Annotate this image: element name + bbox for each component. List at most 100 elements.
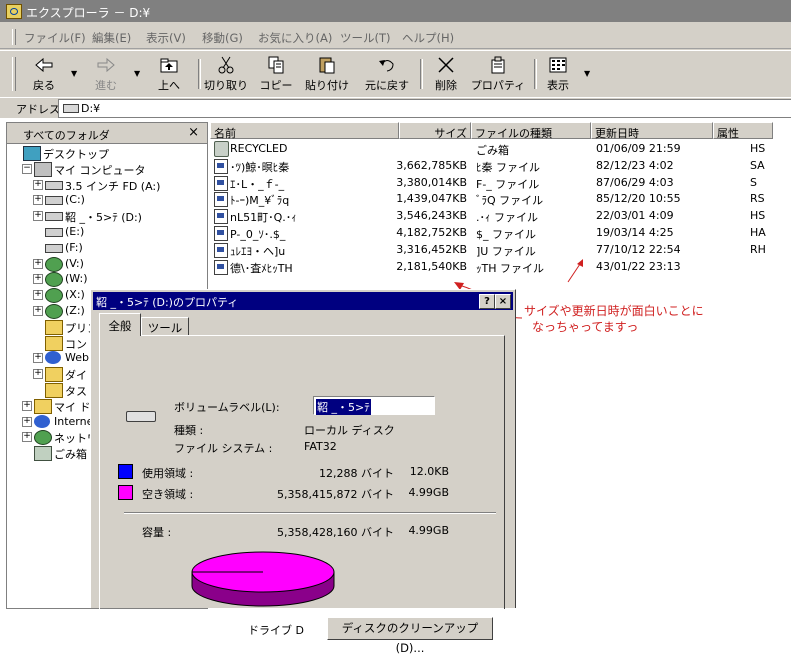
column-header-type[interactable]: ファイルの種類: [471, 122, 591, 140]
properties-button[interactable]: プロパティ: [470, 55, 526, 95]
file-attr: SA: [750, 158, 765, 172]
column-header-size[interactable]: サイズ: [399, 122, 471, 140]
expand-icon[interactable]: +: [33, 195, 43, 206]
file-row[interactable]: ﾄ-ｰ)M_¥ﾞﾗq 1,439,047KB ﾞﾗQ ファイル 85/12/20 10…: [210, 190, 791, 208]
file-name: 德\･査ﾒﾋｯTH: [230, 261, 293, 275]
menu-tools[interactable]: ツール(T): [340, 30, 391, 46]
file-icon: [214, 259, 228, 275]
back-dropdown-icon[interactable]: ▼: [71, 69, 77, 78]
close-pane-icon[interactable]: ×: [188, 125, 199, 140]
address-label: アドレス: [16, 103, 60, 116]
printers-folder-icon: [45, 319, 63, 335]
cut-button[interactable]: 切り取り: [204, 55, 248, 95]
view-button[interactable]: 表示: [540, 55, 576, 95]
delete-button[interactable]: 削除: [428, 55, 464, 95]
expand-icon[interactable]: +: [33, 211, 43, 222]
forward-dropdown-icon[interactable]: ▼: [134, 69, 140, 78]
file-icon: [214, 192, 228, 208]
disk-cleanup-button[interactable]: ディスクのクリーンアップ(D)...: [327, 617, 493, 655]
window-titlebar[interactable]: エクスプローラ － D:¥: [0, 0, 791, 22]
address-bar: アドレス D:¥: [0, 97, 791, 119]
cut-label: 切り取り: [204, 79, 248, 92]
expand-icon[interactable]: +: [33, 274, 43, 285]
drive-properties-dialog: 鞀 _・5>ﾃ (D:)のプロパティ ? × 全般 ツール ボリュームラベル(L…: [90, 289, 516, 655]
menu-help[interactable]: ヘルプ(H): [402, 30, 454, 46]
menu-favorites[interactable]: お気に入り(A): [258, 30, 332, 46]
undo-label: 元に戻す: [365, 79, 409, 92]
expand-icon[interactable]: +: [22, 432, 32, 443]
recycle-bin-icon: [34, 446, 52, 462]
expand-icon[interactable]: +: [33, 258, 43, 269]
file-type: $_ ファイル: [476, 228, 536, 241]
free-space-swatch: [118, 485, 133, 500]
filesystem-caption: ファイル システム :: [174, 442, 273, 455]
menu-go[interactable]: 移動(G): [202, 30, 243, 46]
network-drive-icon: [45, 288, 63, 304]
dialog-titlebar[interactable]: 鞀 _・5>ﾃ (D:)のプロパティ ? ×: [93, 292, 513, 310]
column-header-attributes[interactable]: 属性: [713, 122, 773, 140]
tree-item-label: (Z:): [65, 304, 85, 317]
tab-general[interactable]: 全般: [99, 313, 141, 336]
file-row[interactable]: nL51町･Q.･ｨ 3,546,243KB .･ｨ ファイル 22/03/01 4:…: [210, 207, 791, 225]
annotation-text-line2: なっちゃってますっ: [532, 320, 639, 334]
expand-icon[interactable]: +: [33, 369, 43, 380]
tree-item-label: ダイ: [65, 369, 87, 383]
type-value: ローカル ディスク: [304, 424, 395, 437]
menu-view[interactable]: 表示(V): [146, 30, 186, 46]
address-value: D:¥: [81, 102, 101, 115]
paste-label: 貼り付け: [305, 79, 349, 92]
annotation-arrowhead: [577, 259, 583, 267]
forward-button[interactable]: 進む: [84, 55, 128, 95]
drive-icon: [45, 196, 63, 206]
expand-icon[interactable]: +: [22, 416, 32, 427]
dialog-close-button[interactable]: ×: [495, 294, 511, 309]
copy-button[interactable]: コピー: [256, 55, 296, 95]
expand-icon[interactable]: +: [33, 353, 43, 364]
toolbar-separator: [420, 59, 423, 89]
up-button[interactable]: 上へ: [148, 55, 190, 95]
column-header-name[interactable]: 名前: [210, 122, 399, 140]
file-type: .･ｨ ファイル: [476, 211, 538, 225]
view-dropdown-icon[interactable]: ▼: [584, 69, 590, 78]
file-name: nL51町･Q.･ｨ: [230, 211, 297, 225]
file-size: 3,662,785KB: [396, 158, 467, 172]
toolbar-grip[interactable]: [12, 57, 16, 91]
delete-label: 削除: [435, 79, 457, 92]
menubar-grip[interactable]: [12, 29, 16, 45]
file-row[interactable]: ｴ･L・_ｆ-_ 3,380,014KB F-_ ファイル 87/06/29 4:03…: [210, 174, 791, 191]
help-button[interactable]: ?: [479, 294, 495, 309]
computer-icon: [34, 161, 52, 177]
back-button[interactable]: 戻る: [22, 55, 66, 95]
capacity-short: 4.99GB: [408, 524, 449, 537]
delete-x-icon: [438, 57, 454, 73]
expand-icon[interactable]: +: [33, 179, 43, 190]
undo-button[interactable]: 元に戻す: [362, 55, 412, 95]
address-field[interactable]: D:¥: [58, 99, 791, 118]
paste-icon: [319, 57, 335, 74]
volume-label-input[interactable]: 鞀 _・5>ﾃ: [313, 396, 435, 415]
file-row[interactable]: ･ﾂ)鯨･暝ﾋ秦 3,662,785KB ﾋ秦 ファイル 82/12/23 4:02 S…: [210, 157, 791, 174]
filesystem-value: FAT32: [304, 440, 337, 453]
network-drive-icon: [45, 256, 63, 272]
forward-label: 進む: [95, 79, 117, 92]
expand-icon[interactable]: +: [33, 306, 43, 316]
divider: [124, 512, 496, 514]
file-row[interactable]: RECYCLED ごみ箱 01/06/09 21:59 HS: [210, 140, 791, 157]
paste-button[interactable]: 貼り付け: [302, 55, 352, 95]
toolbar-separator: [534, 59, 537, 89]
properties-icon: [491, 56, 505, 74]
menu-file[interactable]: ファイル(F): [24, 30, 86, 46]
scissors-icon: [218, 56, 234, 74]
collapse-icon[interactable]: −: [22, 163, 32, 174]
column-header-modified[interactable]: 更新日時: [591, 122, 713, 140]
file-row[interactable]: P-_0_ｿ･.$_ 4,182,752KB $_ ファイル 19/03/14 4:2…: [210, 224, 791, 241]
tab-tools[interactable]: ツール: [141, 317, 189, 336]
expand-icon[interactable]: +: [33, 290, 43, 301]
folder-icon: [34, 398, 52, 414]
tree-item-label: (V:): [65, 256, 84, 270]
file-size: 4,182,752KB: [396, 226, 467, 239]
menu-edit[interactable]: 編集(E): [92, 30, 131, 46]
properties-label: プロパティ: [470, 79, 526, 92]
expand-icon[interactable]: +: [22, 400, 32, 411]
tree-item-label: デスクトップ: [43, 148, 109, 161]
